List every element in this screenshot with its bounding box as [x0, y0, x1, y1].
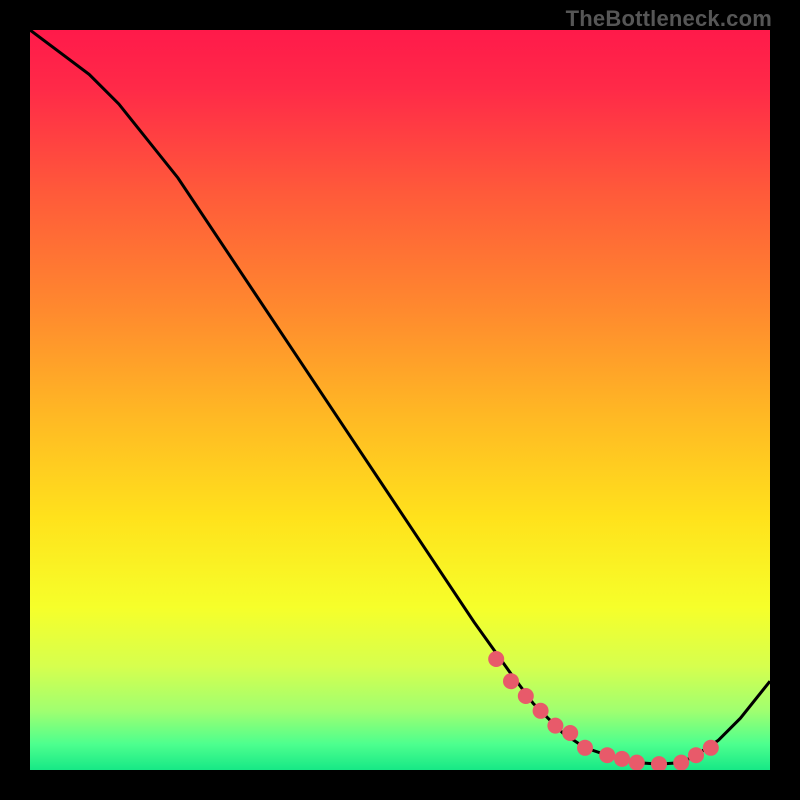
watermark-text: TheBottleneck.com: [566, 6, 772, 32]
marker-dot: [518, 688, 534, 704]
chart-frame: TheBottleneck.com: [0, 0, 800, 800]
marker-dot: [629, 755, 645, 770]
plot-area: [30, 30, 770, 770]
marker-dot: [673, 755, 689, 770]
marker-dot: [488, 651, 504, 667]
marker-dot: [703, 740, 719, 756]
marker-dot: [562, 725, 578, 741]
marker-dot: [577, 740, 593, 756]
marker-dot: [614, 751, 630, 767]
marker-dot: [688, 747, 704, 763]
marker-dot: [547, 718, 563, 734]
marker-dot: [533, 703, 549, 719]
gradient-background: [30, 30, 770, 770]
chart-svg: [30, 30, 770, 770]
marker-dot: [599, 747, 615, 763]
marker-dot: [503, 673, 519, 689]
